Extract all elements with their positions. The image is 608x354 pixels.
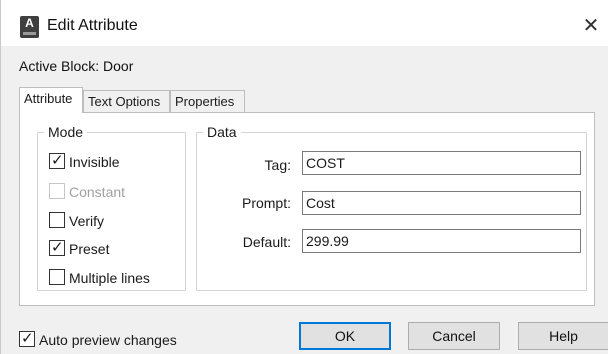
prompt-input[interactable]: Cost xyxy=(302,191,581,215)
constant-label: Constant xyxy=(69,184,126,200)
verify-checkbox[interactable] xyxy=(49,212,65,228)
attribute-tab-panel: Mode ✓ Invisible Constant Verify ✓ Prese… xyxy=(19,112,595,306)
preset-label: Preset xyxy=(69,241,110,257)
preset-checkbox[interactable]: ✓ xyxy=(49,238,65,256)
invisible-checkbox[interactable]: ✓ xyxy=(49,151,65,169)
default-label: Default: xyxy=(242,234,291,250)
help-button[interactable]: Help xyxy=(518,322,608,350)
app-icon xyxy=(20,16,39,38)
tag-input[interactable]: COST xyxy=(302,151,581,175)
auto-preview-label: Auto preview changes xyxy=(39,332,177,348)
prompt-label: Prompt: xyxy=(241,195,291,211)
verify-label: Verify xyxy=(69,213,105,229)
ok-button[interactable]: OK xyxy=(299,322,391,350)
tab-text-options[interactable]: Text Options xyxy=(83,90,170,113)
tab-attribute[interactable]: Attribute xyxy=(19,87,83,113)
close-icon[interactable]: ✕ xyxy=(579,14,603,38)
multiple-lines-label: Multiple lines xyxy=(69,270,150,286)
window-title: Edit Attribute xyxy=(47,17,138,34)
active-block-label: Active Block: Door xyxy=(19,58,134,74)
data-group-title: Data xyxy=(203,124,241,140)
constant-checkbox xyxy=(49,183,65,199)
checkmark-icon: ✓ xyxy=(21,329,34,347)
cancel-button[interactable]: Cancel xyxy=(408,322,500,350)
title-bar[interactable]: Edit Attribute ✕ xyxy=(1,0,608,46)
auto-preview-checkbox[interactable]: ✓ xyxy=(19,329,35,347)
default-input[interactable]: 299.99 xyxy=(302,229,581,253)
checkmark-icon: ✓ xyxy=(51,238,64,256)
checkmark-icon: ✓ xyxy=(51,151,64,169)
multiple-lines-checkbox[interactable] xyxy=(49,269,65,285)
invisible-label: Invisible xyxy=(69,154,120,170)
edit-attribute-dialog: Edit Attribute ✕ Active Block: Door Attr… xyxy=(0,0,608,354)
tab-properties[interactable]: Properties xyxy=(170,90,245,113)
data-group: Data Tag: COST Prompt: Cost Default: 299… xyxy=(196,124,587,291)
tag-label: Tag: xyxy=(264,157,291,173)
mode-group: Mode ✓ Invisible Constant Verify ✓ Prese… xyxy=(37,124,186,291)
mode-group-title: Mode xyxy=(44,124,88,140)
